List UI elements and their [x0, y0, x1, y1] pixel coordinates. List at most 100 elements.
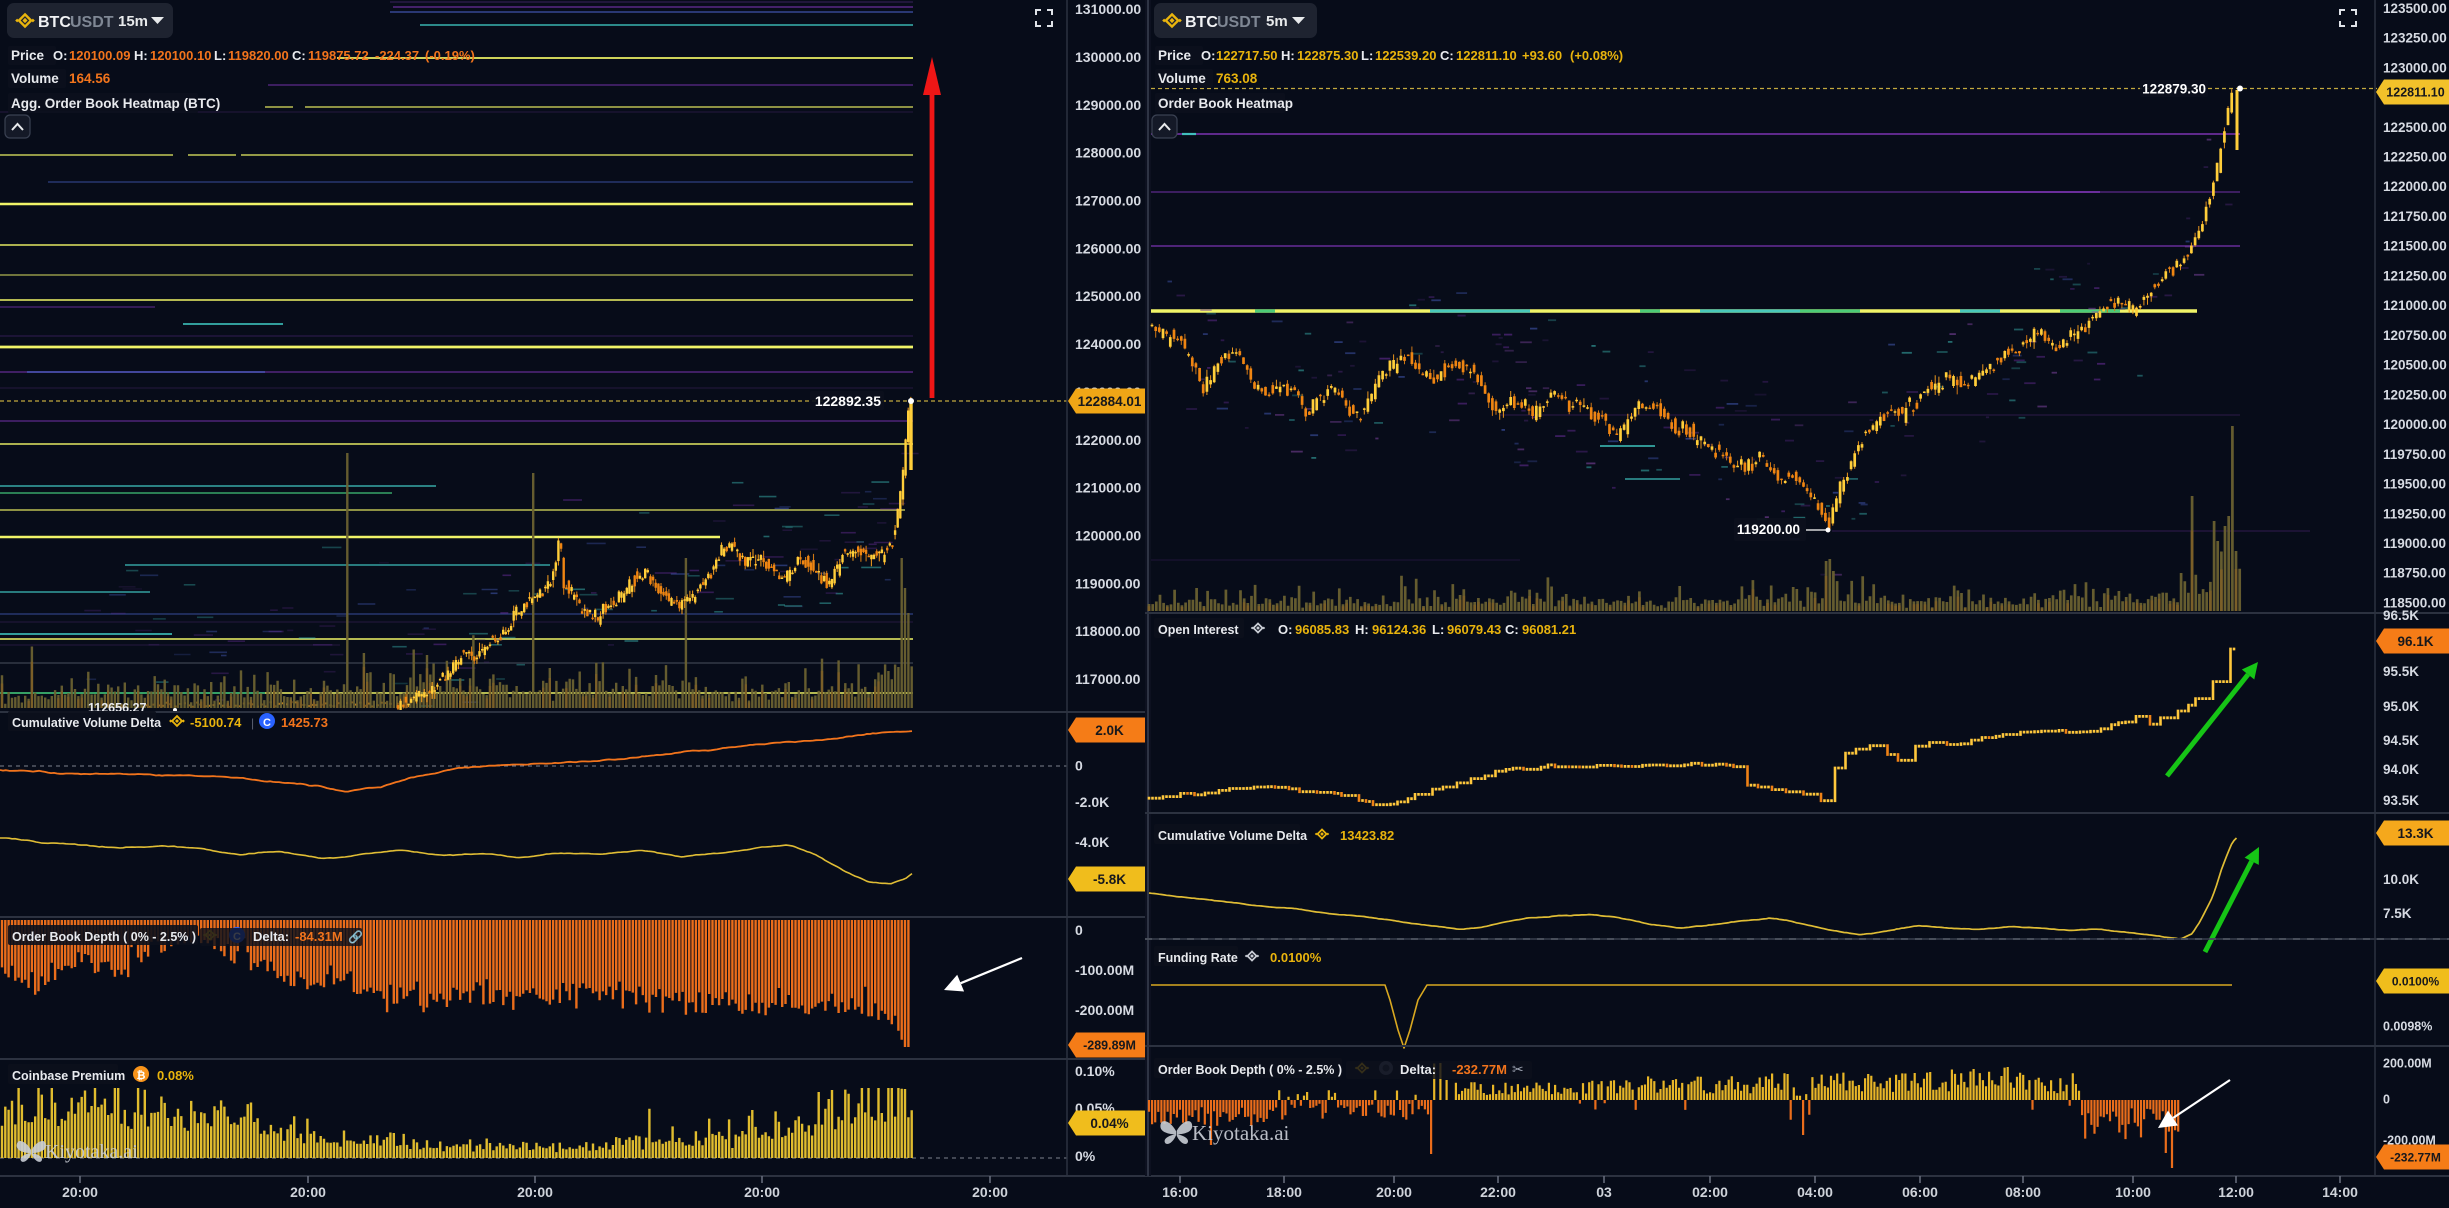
svg-text:20:00: 20:00	[744, 1184, 780, 1200]
svg-text:-2.0K: -2.0K	[1075, 794, 1109, 810]
svg-text:0.04%: 0.04%	[1090, 1116, 1128, 1131]
svg-text:USDT: USDT	[70, 14, 114, 31]
svg-text:13423.82: 13423.82	[1340, 828, 1394, 843]
svg-text:L:: L:	[1432, 622, 1444, 637]
svg-text:122884.01: 122884.01	[1078, 394, 1142, 409]
svg-text:Volume: Volume	[11, 71, 59, 86]
svg-text:96081.21: 96081.21	[1522, 622, 1576, 637]
svg-text:20:00: 20:00	[62, 1184, 98, 1200]
svg-text:164.56: 164.56	[69, 71, 111, 86]
svg-text:15m: 15m	[118, 13, 148, 30]
svg-text:120250.00: 120250.00	[2383, 387, 2447, 402]
svg-text:7.5K: 7.5K	[2383, 906, 2412, 921]
svg-text:H:: H:	[134, 48, 148, 63]
svg-text:122875.30: 122875.30	[1297, 48, 1358, 63]
svg-text:122811.10: 122811.10	[1456, 48, 1517, 63]
svg-text:120100.10: 120100.10	[150, 48, 211, 63]
svg-text:96.1K: 96.1K	[2397, 634, 2433, 649]
svg-text:5m: 5m	[1266, 13, 1288, 30]
svg-text:20:00: 20:00	[517, 1184, 553, 1200]
svg-text:Price: Price	[11, 48, 45, 63]
svg-text:(+0.08%): (+0.08%)	[1570, 48, 1623, 63]
svg-text:93.5K: 93.5K	[2383, 793, 2419, 808]
svg-text:95.0K: 95.0K	[2383, 699, 2419, 714]
svg-text:02:00: 02:00	[1692, 1184, 1728, 1200]
svg-text:Order Book Heatmap: Order Book Heatmap	[1158, 96, 1293, 111]
svg-text:0.0100%: 0.0100%	[2392, 974, 2440, 988]
svg-text:Kiyotaka.ai: Kiyotaka.ai	[1192, 1121, 1290, 1145]
svg-text:119000.00: 119000.00	[2383, 536, 2446, 551]
svg-text:+93.60: +93.60	[1522, 48, 1562, 63]
svg-text:Kiyotaka.ai: Kiyotaka.ai	[45, 1141, 138, 1163]
svg-text:18:00: 18:00	[1266, 1184, 1302, 1200]
svg-text:131000.00: 131000.00	[1075, 1, 1141, 17]
svg-text:12:00: 12:00	[2218, 1184, 2254, 1200]
svg-text:123250.00: 123250.00	[2383, 31, 2447, 46]
svg-text:94.5K: 94.5K	[2383, 733, 2419, 748]
svg-text:|: |	[251, 716, 254, 730]
svg-text:🔗: 🔗	[348, 929, 363, 944]
svg-text:123500.00: 123500.00	[2383, 1, 2447, 16]
svg-text:-4.0K: -4.0K	[1075, 834, 1109, 850]
svg-text:Delta:: Delta:	[1400, 1062, 1436, 1077]
svg-text:122500.00: 122500.00	[2383, 120, 2447, 135]
svg-text:03: 03	[1596, 1184, 1612, 1200]
svg-text:Price: Price	[1158, 48, 1192, 63]
svg-text:13.3K: 13.3K	[2397, 826, 2433, 841]
svg-text:122879.30: 122879.30	[2142, 82, 2206, 97]
svg-text:2.0K: 2.0K	[1095, 723, 1124, 738]
svg-text:120000.00: 120000.00	[2383, 417, 2447, 432]
svg-text:C:: C:	[1505, 622, 1519, 637]
svg-text:(-0.19%): (-0.19%)	[425, 48, 475, 63]
svg-text:04:00: 04:00	[1797, 1184, 1833, 1200]
svg-text:1425.73: 1425.73	[281, 715, 328, 730]
svg-text:20:00: 20:00	[1376, 1184, 1412, 1200]
svg-text:130000.00: 130000.00	[1075, 49, 1141, 65]
svg-text:-5.8K: -5.8K	[1093, 872, 1126, 887]
svg-text:119820.00: 119820.00	[228, 48, 289, 63]
svg-text:-232.77M: -232.77M	[1452, 1062, 1507, 1077]
svg-text:C: C	[263, 717, 271, 729]
svg-text:BTC: BTC	[1185, 14, 1218, 31]
svg-text:128000.00: 128000.00	[1075, 145, 1141, 161]
svg-text:O:: O:	[53, 48, 67, 63]
svg-text:119200.00: 119200.00	[1737, 522, 1800, 537]
svg-text:129000.00: 129000.00	[1075, 97, 1141, 113]
svg-text:08:00: 08:00	[2005, 1184, 2041, 1200]
svg-text:119000.00: 119000.00	[1075, 575, 1141, 591]
svg-text:122000.00: 122000.00	[1075, 432, 1141, 448]
svg-text:125000.00: 125000.00	[1075, 288, 1141, 304]
svg-text:22:00: 22:00	[1480, 1184, 1516, 1200]
svg-text:0.10%: 0.10%	[1075, 1063, 1115, 1079]
svg-text:119750.00: 119750.00	[2383, 447, 2446, 462]
svg-text:119500.00: 119500.00	[2383, 477, 2446, 492]
svg-text:L:: L:	[1361, 48, 1373, 63]
svg-text:10:00: 10:00	[2115, 1184, 2151, 1200]
svg-text:119250.00: 119250.00	[2383, 506, 2446, 521]
svg-text:-5100.74: -5100.74	[190, 715, 242, 730]
svg-text:120750.00: 120750.00	[2383, 328, 2447, 343]
svg-text:0: 0	[1075, 922, 1083, 938]
svg-text:0.0100%: 0.0100%	[1270, 950, 1322, 965]
svg-text:96124.36: 96124.36	[1372, 622, 1426, 637]
svg-text:122000.00: 122000.00	[2383, 179, 2447, 194]
svg-text:Open Interest: Open Interest	[1158, 623, 1239, 637]
svg-text:94.0K: 94.0K	[2383, 762, 2419, 777]
svg-text:16:00: 16:00	[1162, 1184, 1198, 1200]
svg-text:USDT: USDT	[1217, 14, 1261, 31]
svg-text:20:00: 20:00	[290, 1184, 326, 1200]
svg-text:96079.43: 96079.43	[1447, 622, 1501, 637]
svg-text:-84.31M: -84.31M	[295, 929, 343, 944]
svg-text:-200.00M: -200.00M	[1075, 1002, 1134, 1018]
svg-text:120100.09: 120100.09	[69, 48, 130, 63]
svg-text:0: 0	[2383, 1093, 2390, 1107]
svg-text:-289.89M: -289.89M	[1083, 1039, 1136, 1053]
svg-text:L:: L:	[214, 48, 226, 63]
svg-text:118750.00: 118750.00	[2383, 566, 2446, 581]
svg-text:96085.83: 96085.83	[1295, 622, 1349, 637]
svg-text:121750.00: 121750.00	[2383, 209, 2447, 224]
svg-text:121500.00: 121500.00	[2383, 239, 2447, 254]
svg-text:20:00: 20:00	[972, 1184, 1008, 1200]
svg-text:Agg. Order Book Heatmap (BTC): Agg. Order Book Heatmap (BTC)	[11, 96, 220, 111]
svg-text:-232.77M: -232.77M	[2390, 1150, 2441, 1164]
